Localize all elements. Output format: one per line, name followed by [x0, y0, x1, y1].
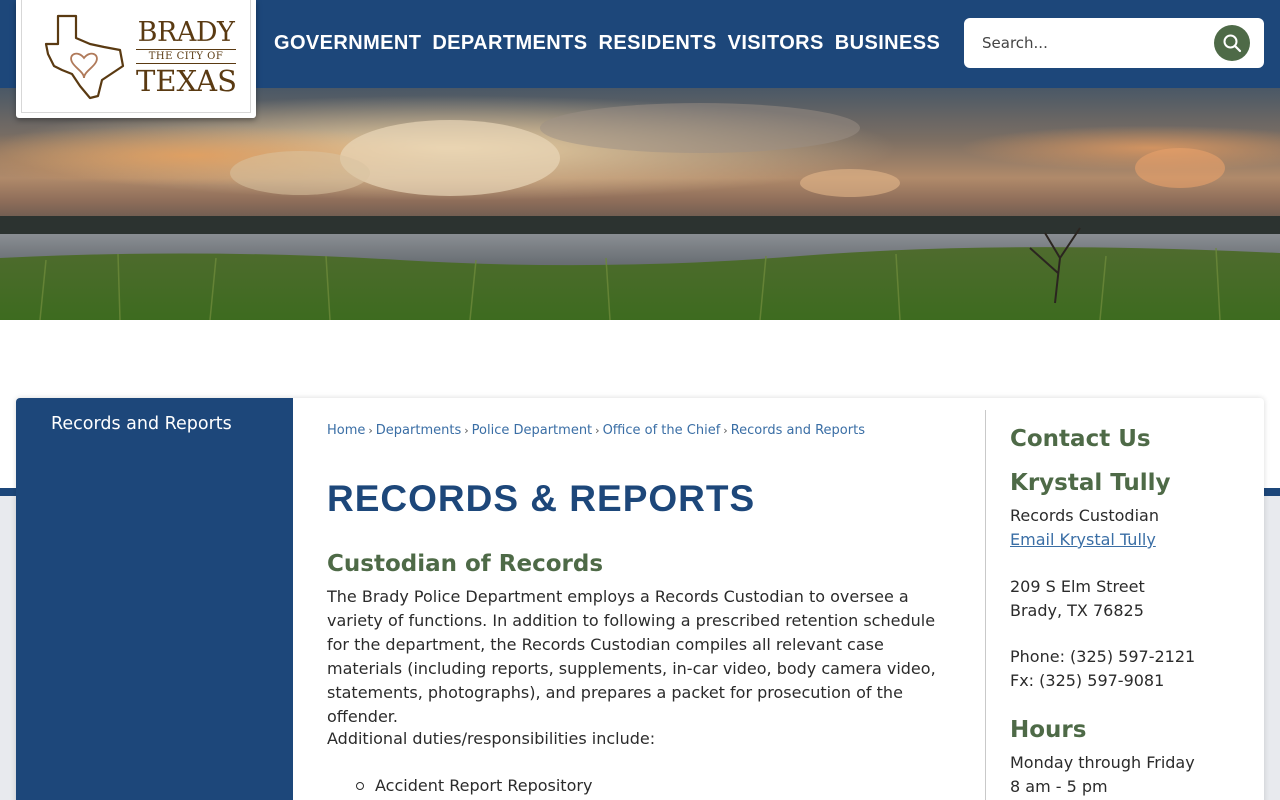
breadcrumb-police-department[interactable]: Police Department: [472, 423, 593, 438]
nav-business[interactable]: BUSINESS: [835, 30, 951, 56]
contact-fax: Fx: (325) 597-9081: [1010, 671, 1165, 690]
duties-list: Accident Report Repository: [355, 774, 592, 798]
contact-role: Records Custodian: [1010, 506, 1159, 525]
breadcrumb-home[interactable]: Home: [327, 423, 365, 438]
hours-title: Hours: [1010, 717, 1087, 743]
contact-email-line: Email Krystal Tully: [1010, 528, 1156, 552]
custodian-description: The Brady Police Department employs a Re…: [327, 587, 936, 726]
nav-visitors[interactable]: VISITORS: [728, 30, 835, 56]
page-title: RECORDS & REPORTS: [327, 478, 756, 519]
city-logo[interactable]: BRADY THE CITY OF TEXAS: [16, 0, 256, 118]
hero-banner-image: [0, 88, 1280, 320]
search-button[interactable]: [1214, 25, 1250, 61]
search-icon: [1223, 34, 1242, 53]
logo-brady: BRADY: [137, 17, 235, 48]
breadcrumb-office-of-the-chief[interactable]: Office of the Chief: [603, 423, 721, 438]
column-divider: [985, 410, 986, 800]
list-item: Accident Report Repository: [355, 774, 592, 798]
logo-texas: TEXAS: [136, 64, 237, 98]
breadcrumb-departments[interactable]: Departments: [376, 423, 461, 438]
breadcrumb-separator: ›: [464, 424, 469, 437]
logo-text: BRADY THE CITY OF TEXAS: [136, 17, 237, 98]
section-heading: Custodian of Records: [327, 551, 604, 577]
address-line-2: Brady, TX 76825: [1010, 601, 1144, 620]
nav-residents[interactable]: RESIDENTS: [599, 30, 728, 56]
hours-days: Monday through Friday: [1010, 753, 1195, 772]
breadcrumb-records-and-reports[interactable]: Records and Reports: [731, 423, 865, 438]
main-nav: GOVERNMENT DEPARTMENTS RESIDENTS VISITOR…: [274, 30, 951, 56]
contact-name: Krystal Tully: [1010, 470, 1171, 496]
additional-duties-intro: Additional duties/responsibilities inclu…: [327, 729, 656, 748]
breadcrumb-separator: ›: [595, 424, 600, 437]
breadcrumb-separator: ›: [368, 424, 373, 437]
sidebar: Records and Reports: [16, 398, 293, 800]
contact-title: Contact Us: [1010, 426, 1151, 452]
search-box: [964, 18, 1264, 68]
breadcrumb: Home › Departments › Police Department › Offic…: [327, 423, 865, 438]
content-card: Records and Reports Home › Departments › Pol…: [16, 398, 1264, 800]
email-link[interactable]: Email Krystal Tully: [1010, 530, 1156, 549]
nav-government[interactable]: GOVERNMENT: [274, 30, 432, 56]
texas-heart-icon: [44, 14, 125, 100]
contact-phone: Phone: (325) 597-2121: [1010, 647, 1196, 666]
address-line-1: 209 S Elm Street: [1010, 577, 1145, 596]
logo-city-of: THE CITY OF: [136, 49, 236, 64]
search-input[interactable]: [982, 30, 1202, 56]
hours-time: 8 am - 5 pm: [1010, 777, 1108, 796]
sidebar-item-records-and-reports[interactable]: Records and Reports: [51, 414, 232, 434]
breadcrumb-separator: ›: [723, 424, 728, 437]
nav-departments[interactable]: DEPARTMENTS: [432, 30, 598, 56]
